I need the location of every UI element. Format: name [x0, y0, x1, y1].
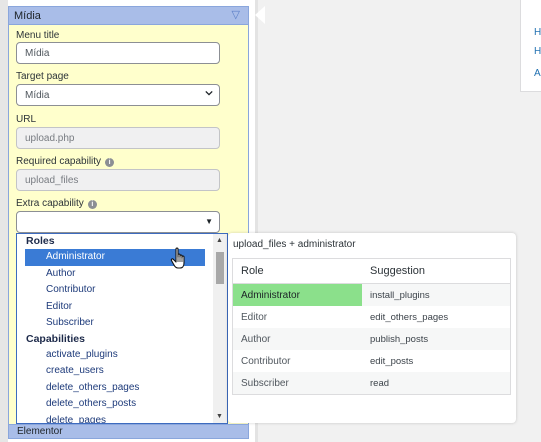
- column-header-role: Role: [232, 258, 362, 284]
- table-row: Administrator install_plugins: [232, 283, 511, 306]
- info-icon[interactable]: i: [105, 158, 115, 167]
- dropdown-option-delete-others-pages[interactable]: delete_others_pages: [17, 380, 213, 397]
- table-row: Author publish_posts: [232, 328, 511, 350]
- required-capability-label-text: Required capability: [16, 156, 102, 167]
- capability-suggestion-popup: upload_files + administrator Role Sugges…: [228, 233, 516, 423]
- suggestion-cell: edit_others_pages: [370, 311, 449, 323]
- suggestion-table: Role Suggestion Administrator install_pl…: [232, 258, 511, 395]
- scrollbar-thumb[interactable]: [216, 252, 224, 284]
- role-cell: Author: [232, 328, 362, 350]
- left-admin-strip: [0, 0, 8, 442]
- pointer-arrow: [255, 6, 265, 24]
- target-page-label: Target page: [16, 71, 69, 82]
- required-capability-label: Required capability i: [16, 156, 115, 167]
- info-icon[interactable]: i: [87, 200, 97, 209]
- chevron-down-icon: [205, 90, 213, 96]
- menu-item-header[interactable]: Mídia ▽: [8, 6, 249, 25]
- dropdown-option-activate-plugins[interactable]: activate_plugins: [17, 347, 213, 364]
- suggestion-cell: publish_posts: [362, 328, 511, 350]
- suggestion-cell: install_plugins: [362, 283, 511, 306]
- hand-pointer-cursor-icon: [170, 247, 185, 269]
- target-page-value: Mídia: [25, 90, 50, 101]
- table-row: Editor edit_others_pages: [233, 306, 511, 328]
- capability-dropdown[interactable]: Roles Administrator Author Contributor E…: [16, 233, 228, 424]
- table-row: Contributor edit_posts: [233, 350, 511, 372]
- menu-item-title: Mídia: [14, 10, 41, 22]
- dropdown-option-delete-pages[interactable]: delete_pages: [17, 413, 213, 424]
- right-panel-link[interactable]: A: [534, 68, 541, 79]
- suggestion-cell: edit_posts: [370, 355, 414, 367]
- dropdown-option-contributor[interactable]: Contributor: [17, 282, 213, 299]
- menu-title-input[interactable]: Mídia: [16, 42, 220, 64]
- menu-item-elementor[interactable]: Elementor: [8, 424, 249, 439]
- required-capability-input[interactable]: upload_files: [16, 169, 220, 191]
- dropdown-option-subscriber[interactable]: Subscriber: [17, 315, 213, 332]
- url-label: URL: [16, 114, 37, 125]
- dropdown-option-create-users[interactable]: create_users: [17, 363, 213, 380]
- menu-item-title: Elementor: [17, 426, 63, 437]
- role-cell: Administrator: [232, 283, 362, 306]
- url-input[interactable]: upload.php: [16, 127, 220, 149]
- dropdown-option-editor[interactable]: Editor: [17, 299, 213, 316]
- right-panel-link[interactable]: H: [534, 46, 541, 57]
- role-cell: Subscriber: [232, 372, 362, 395]
- menu-title-label: Menu title: [16, 30, 60, 41]
- collapse-toggle-icon[interactable]: ▽: [232, 8, 240, 21]
- popup-caption: upload_files + administrator: [233, 239, 356, 250]
- role-cell: Editor: [241, 311, 268, 323]
- table-header-row: Role Suggestion: [232, 258, 511, 284]
- scroll-up-icon[interactable]: ▲: [216, 237, 223, 244]
- right-side-panel: H H A: [520, 0, 541, 92]
- dropdown-group-capabilities: Capabilities: [26, 332, 85, 345]
- dropdown-arrow-icon[interactable]: ▼: [205, 217, 213, 226]
- right-panel-link[interactable]: H: [534, 27, 541, 38]
- extra-capability-label: Extra capability i: [16, 198, 97, 209]
- extra-capability-label-text: Extra capability: [16, 198, 84, 209]
- suggestion-cell: read: [362, 372, 511, 395]
- table-row: Subscriber read: [232, 372, 511, 395]
- extra-capability-combobox[interactable]: ▼: [16, 211, 220, 233]
- dropdown-option-delete-others-posts[interactable]: delete_others_posts: [17, 396, 213, 413]
- scroll-down-icon[interactable]: ▼: [216, 413, 223, 420]
- column-header-suggestion: Suggestion: [362, 258, 511, 284]
- dropdown-scrollbar[interactable]: ▲ ▼: [213, 234, 227, 423]
- target-page-select[interactable]: Mídia: [16, 84, 220, 106]
- role-cell: Contributor: [241, 355, 291, 367]
